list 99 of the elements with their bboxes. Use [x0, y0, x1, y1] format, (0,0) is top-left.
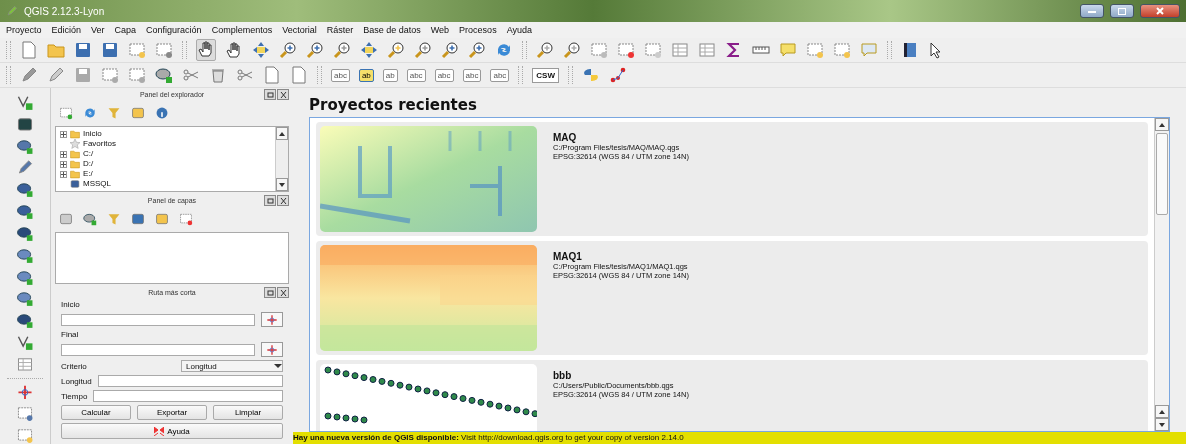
expand-icon[interactable]	[60, 130, 67, 138]
tree-item[interactable]: D:/	[83, 159, 94, 169]
menu-item[interactable]: Complementos	[211, 25, 273, 35]
cut-icon[interactable]	[236, 66, 254, 84]
time-label: Tiempo	[61, 391, 88, 401]
float-icon[interactable]	[264, 89, 276, 100]
project-name: MAQ1	[553, 251, 583, 262]
menu-item[interactable]: Ayuda	[506, 25, 532, 35]
tree-item[interactable]: E:/	[83, 169, 93, 179]
criterion-label: Criterio	[61, 361, 87, 371]
menu-item[interactable]: Ráster	[326, 25, 354, 35]
add-vector-icon[interactable]	[15, 94, 35, 111]
length-field[interactable]	[97, 375, 283, 387]
menu-item[interactable]: Vectorial	[282, 25, 317, 35]
digitize-icon[interactable]	[20, 66, 38, 84]
database-icon[interactable]	[70, 179, 80, 189]
menu-item[interactable]: Base de datos	[363, 25, 421, 35]
delete-selected-icon[interactable]	[209, 66, 227, 84]
label-tool-button[interactable]: abc	[434, 68, 454, 82]
menu-item[interactable]: Proyecto	[6, 25, 42, 35]
label-tool-button[interactable]: abc	[490, 68, 510, 82]
start-label: Inicio	[61, 300, 81, 309]
crosshair-icon[interactable]	[15, 383, 35, 401]
arrows-icon	[154, 426, 165, 436]
pan-arrows-icon[interactable]	[252, 41, 270, 59]
capture-point-button[interactable]	[261, 312, 283, 327]
help-button[interactable]: Ayuda	[61, 423, 283, 439]
maximize-icon	[1118, 7, 1126, 15]
action-button[interactable]: Calcular	[61, 405, 131, 420]
end-label: Final	[61, 330, 80, 339]
menu-item[interactable]: Web	[430, 25, 450, 35]
action-button[interactable]: Limpiar	[213, 405, 283, 420]
csw-button[interactable]: CSW	[532, 67, 559, 83]
menu-item[interactable]: Configuración	[146, 25, 202, 35]
tree-item[interactable]: MSSQL	[83, 179, 111, 189]
time-field[interactable]	[93, 390, 283, 402]
add-icon[interactable]	[59, 106, 73, 120]
label-tool-button[interactable]: ab	[382, 68, 398, 82]
start-field[interactable]	[61, 313, 255, 326]
label-tool-button[interactable]: ab	[358, 68, 374, 82]
tree-item[interactable]: Favoritos	[83, 139, 116, 149]
remove-layer-icon[interactable]	[179, 212, 193, 226]
new-document-icon[interactable]	[20, 41, 38, 59]
section-heading: Proyectos recientes	[309, 96, 478, 114]
refresh-icon[interactable]	[495, 41, 513, 59]
label-tool-button[interactable]: abc	[331, 68, 350, 82]
touch-hand-icon[interactable]	[197, 40, 215, 58]
scroll-down-icon[interactable]	[276, 178, 288, 191]
expand-icon[interactable]	[60, 150, 67, 158]
menu-item[interactable]: Procesos	[459, 25, 497, 35]
scroll-up-icon[interactable]	[1155, 118, 1169, 131]
python-icon[interactable]	[582, 66, 600, 84]
window-title: QGIS 2.12.3-Lyon	[24, 5, 106, 17]
length-label: Longitud	[61, 376, 92, 386]
criterion-dropdown[interactable]: Longitud	[181, 360, 283, 372]
star-icon	[70, 139, 80, 149]
expand-icon[interactable]	[60, 160, 67, 168]
label-tool-button[interactable]: abc	[462, 68, 482, 82]
refresh-icon[interactable]	[83, 106, 97, 120]
crosshair-icon	[266, 313, 278, 326]
crosshair-icon	[266, 343, 278, 356]
caret-icon	[274, 364, 282, 368]
save-icon[interactable]	[74, 41, 92, 59]
minimize-icon	[1088, 9, 1096, 13]
scrollbar-thumb[interactable]	[1156, 133, 1168, 215]
close-icon[interactable]	[277, 89, 289, 100]
zoom-full-icon[interactable]	[360, 41, 378, 59]
label-tool-button[interactable]: abc	[406, 68, 426, 82]
save-as-icon[interactable]	[101, 41, 119, 59]
edit-pencil-icon[interactable]	[47, 66, 65, 84]
pan-hand-icon[interactable]	[225, 41, 243, 59]
network-nodes-icon[interactable]	[609, 66, 627, 84]
close-icon[interactable]	[277, 287, 289, 298]
expand-icon[interactable]	[60, 170, 67, 178]
float-icon[interactable]	[264, 195, 276, 206]
project-name: bbb	[553, 370, 573, 381]
action-button[interactable]: Exportar	[137, 405, 207, 420]
help-book-icon[interactable]	[901, 41, 919, 59]
tree-item[interactable]: Inicio	[83, 129, 102, 139]
scroll-up-icon[interactable]	[1155, 405, 1169, 418]
menu-item[interactable]: Edición	[51, 25, 82, 35]
scroll-down-icon[interactable]	[1155, 418, 1169, 431]
menu-item[interactable]: Ver	[91, 25, 105, 35]
float-icon[interactable]	[264, 287, 276, 298]
minimize-button[interactable]	[1080, 4, 1104, 18]
end-field[interactable]	[61, 343, 255, 356]
info-icon[interactable]	[155, 106, 169, 120]
close-button[interactable]	[1140, 4, 1180, 18]
capture-point-button[interactable]	[261, 342, 283, 357]
maximize-button[interactable]	[1110, 4, 1134, 18]
update-message: Hay una nueva versión de QGIS disponible: Visit http://download.qgis.org to get your copy of version 2.14.0	[293, 432, 1186, 444]
menu-item[interactable]: Capa	[114, 25, 137, 35]
close-icon[interactable]	[277, 195, 289, 206]
close-icon	[1156, 7, 1164, 15]
app-logo-icon	[6, 5, 18, 17]
scroll-up-icon[interactable]	[276, 127, 288, 140]
zoom-in-icon[interactable]	[279, 41, 297, 59]
tree-item[interactable]: C:/	[83, 149, 94, 159]
project-name: MAQ	[553, 132, 578, 143]
